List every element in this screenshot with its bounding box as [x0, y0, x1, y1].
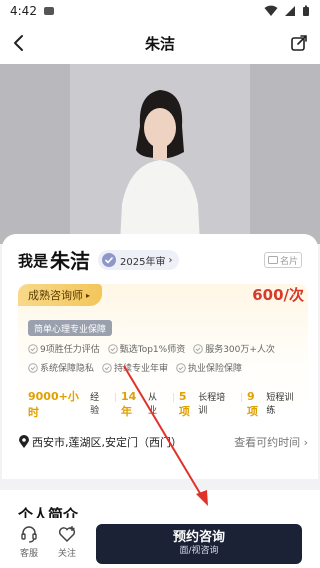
cta-sub-label: 面/视咨询	[179, 545, 219, 556]
stat-divider: |	[239, 393, 243, 403]
session-price: 600/次	[252, 286, 304, 304]
guarantee-list: 9项胜任力评估 甄选Top1%师资 服务300万+人次 系统保障隐私 持续专业年…	[28, 342, 298, 374]
address: 西安市,莲湖区,安定门（西门）	[18, 434, 182, 450]
name-heading: 我是 朱洁	[18, 250, 90, 271]
customer-service-label: 客服	[19, 549, 38, 559]
stat-label: 长程培训	[198, 393, 226, 416]
availability-label: 查看可约时间	[234, 436, 301, 449]
check-circle-icon	[193, 343, 204, 354]
business-card-button[interactable]: 名片	[263, 252, 302, 268]
guarantee-item: 服务300万+人次	[193, 342, 275, 355]
level-tag[interactable]: 成熟咨询师 ▸	[18, 284, 103, 306]
back-icon[interactable]	[8, 32, 30, 54]
follow-button[interactable]: 关注	[52, 524, 82, 559]
android-icon	[43, 7, 54, 15]
check-circle-icon	[28, 362, 38, 373]
guarantee-item: 执业保险保障	[176, 361, 242, 374]
status-time: 4:42	[10, 4, 37, 18]
address-text: 西安市,莲湖区,安定门（西门）	[32, 436, 182, 449]
stat-number: 5项	[178, 390, 190, 418]
guarantee-item: 系统保障隐私	[28, 361, 94, 374]
guarantee-text: 系统保障隐私	[40, 364, 95, 374]
portrait-image	[0, 64, 320, 244]
check-circle-icon	[107, 343, 118, 354]
guarantee-item: 甄选Top1%师资	[107, 342, 186, 355]
stat-label: 短程训练	[266, 393, 294, 416]
headset-icon	[21, 526, 37, 543]
stat-divider: |	[113, 393, 117, 403]
review-badge-label: 2025年审	[120, 256, 166, 268]
profile-card: 我是 朱洁 2025年审 › 名片 成熟咨询师 ▸ 600/次 简单心理专业保障…	[2, 234, 318, 479]
stat-number: 14年	[121, 390, 137, 418]
customer-service-button[interactable]: 客服	[14, 524, 44, 559]
stat-experience: 9000+小时 经验	[28, 388, 108, 420]
guarantee-text: 执业保险保障	[188, 364, 243, 374]
heart-plus-icon	[58, 526, 76, 543]
counselor-name: 朱洁	[50, 249, 91, 273]
annual-review-badge[interactable]: 2025年审 ›	[98, 250, 180, 270]
consultant-info-box: 成熟咨询师 ▸ 600/次 简单心理专业保障 9项胜任力评估 甄选Top1%师资…	[18, 284, 308, 419]
address-row: 西安市,莲湖区,安定门（西门） 查看可约时间 ›	[18, 434, 308, 450]
view-availability-link[interactable]: 查看可约时间 ›	[234, 434, 308, 450]
location-pin-icon	[19, 435, 29, 448]
level-label: 成熟咨询师	[28, 289, 83, 302]
chevron-right-icon: ›	[303, 436, 308, 449]
battery-icon	[303, 5, 309, 16]
chevron-right-icon: ›	[168, 254, 173, 266]
check-circle-icon	[28, 343, 38, 354]
stat-short-training: 9项 短程训练	[247, 390, 302, 419]
guarantee-item: 9项胜任力评估	[28, 342, 100, 355]
service-guarantee-tag: 简单心理专业保障	[28, 320, 113, 336]
business-card-label: 名片	[279, 256, 298, 267]
share-icon[interactable]	[288, 32, 310, 54]
stat-label: 从业	[148, 393, 158, 416]
page-title: 朱洁	[144, 34, 175, 53]
stat-label: 经验	[90, 393, 100, 416]
book-consultation-button[interactable]: 预约咨询 面/视咨询	[96, 524, 302, 564]
verified-badge-icon	[102, 253, 116, 267]
guarantee-text: 服务300万+人次	[205, 345, 275, 355]
stat-long-training: 5项 长程培训	[179, 390, 234, 419]
caret-right-icon: ▸	[86, 290, 91, 300]
name-prefix: 我是	[18, 252, 49, 270]
stat-divider: |	[171, 393, 175, 403]
cta-main-label: 预约咨询	[172, 530, 225, 546]
stat-number: 9000+小时	[28, 390, 79, 419]
nav-bar: 朱洁	[0, 22, 320, 64]
follow-label: 关注	[57, 549, 76, 559]
wifi-icon	[264, 5, 278, 16]
check-circle-icon	[102, 362, 112, 373]
bottom-action-bar: 客服 关注 预约咨询 面/视咨询	[0, 518, 320, 568]
card-icon	[267, 256, 278, 264]
guarantee-text: 甄选Top1%师资	[119, 345, 186, 355]
signal-icon	[285, 6, 295, 16]
check-circle-icon	[176, 362, 186, 373]
guarantee-item: 持续专业年审	[102, 361, 168, 374]
experience-stats: 9000+小时 经验 | 14年 从业 | 5项 长程培训 | 9项 短程训练	[28, 388, 308, 420]
status-bar: 4:42	[0, 0, 320, 22]
guarantee-text: 9项胜任力评估	[40, 345, 100, 355]
stat-number: 9项	[246, 390, 258, 418]
guarantee-text: 持续专业年审	[114, 364, 169, 374]
stat-years: 14年 从业	[121, 390, 166, 419]
profile-photo	[0, 64, 320, 244]
